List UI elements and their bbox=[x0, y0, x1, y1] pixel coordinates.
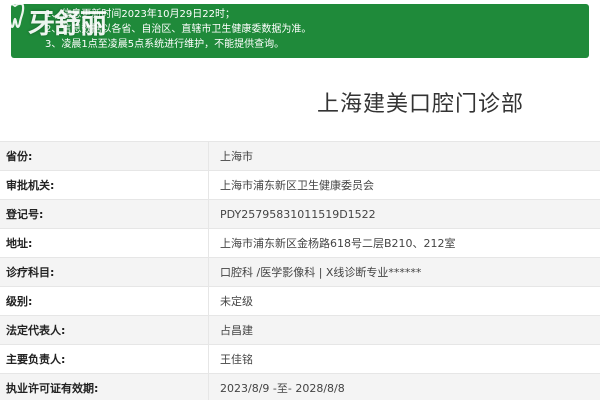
row-label: 执业许可证有效期: bbox=[0, 373, 209, 400]
row-label: 审批机关: bbox=[0, 170, 209, 200]
row-value: PDY25795831011519D1522 bbox=[208, 199, 600, 229]
row-label: 诊疗科目: bbox=[0, 257, 209, 287]
brand-watermark: 牙舒丽 bbox=[4, 2, 107, 41]
table-row: 主要负责人: 王佳铭 bbox=[0, 344, 600, 374]
row-label: 主要负责人: bbox=[0, 344, 209, 374]
row-label: 省份: bbox=[0, 141, 209, 171]
row-label: 地址: bbox=[0, 228, 209, 258]
notice-line-1: 1、信息更新时间2023年10月29日22时； bbox=[45, 9, 235, 20]
row-value: 口腔科 /医学影像科 | X线诊断专业****** bbox=[208, 257, 600, 287]
watermark-text: 牙舒丽 bbox=[28, 9, 107, 40]
table-row: 地址: 上海市浦东新区金杨路618号二层B210、212室 bbox=[0, 228, 600, 258]
clinic-info-table: 省份: 上海市 审批机关: 上海市浦东新区卫生健康委员会 登记号: PDY257… bbox=[0, 141, 600, 400]
row-value: 上海市浦东新区金杨路618号二层B210、212室 bbox=[208, 228, 600, 258]
row-value: 王佳铭 bbox=[208, 344, 600, 374]
notice-line-3: 3、凌晨1点至凌晨5点系统进行维护，不能提供查询。 bbox=[45, 39, 285, 50]
tooth-icon bbox=[4, 2, 26, 39]
row-value: 2023/8/9 -至- 2028/8/8 bbox=[208, 373, 600, 400]
table-row: 省份: 上海市 bbox=[0, 141, 600, 171]
row-value: 占昌建 bbox=[208, 315, 600, 345]
page-title: 上海建美口腔门诊部 bbox=[316, 92, 524, 117]
page: 1、信息更新时间2023年10月29日22时； 2、信息数据以各省、自治区、直辖… bbox=[0, 0, 600, 400]
table-row: 审批机关: 上海市浦东新区卫生健康委员会 bbox=[0, 170, 600, 200]
row-value: 未定级 bbox=[208, 286, 600, 316]
row-label: 登记号: bbox=[0, 199, 209, 229]
notice-line-2: 2、信息数据以各省、自治区、直辖市卫生健康委数据为准。 bbox=[45, 24, 312, 35]
row-value: 上海市 bbox=[208, 141, 600, 171]
table-row: 法定代表人: 占昌建 bbox=[0, 315, 600, 345]
table-row: 登记号: PDY25795831011519D1522 bbox=[0, 199, 600, 229]
table-row: 诊疗科目: 口腔科 /医学影像科 | X线诊断专业****** bbox=[0, 257, 600, 287]
row-label: 法定代表人: bbox=[0, 315, 209, 345]
table-row: 执业许可证有效期: 2023/8/9 -至- 2028/8/8 bbox=[0, 373, 600, 400]
row-label: 级别: bbox=[0, 286, 209, 316]
table-row: 级别: 未定级 bbox=[0, 286, 600, 316]
row-value: 上海市浦东新区卫生健康委员会 bbox=[208, 170, 600, 200]
